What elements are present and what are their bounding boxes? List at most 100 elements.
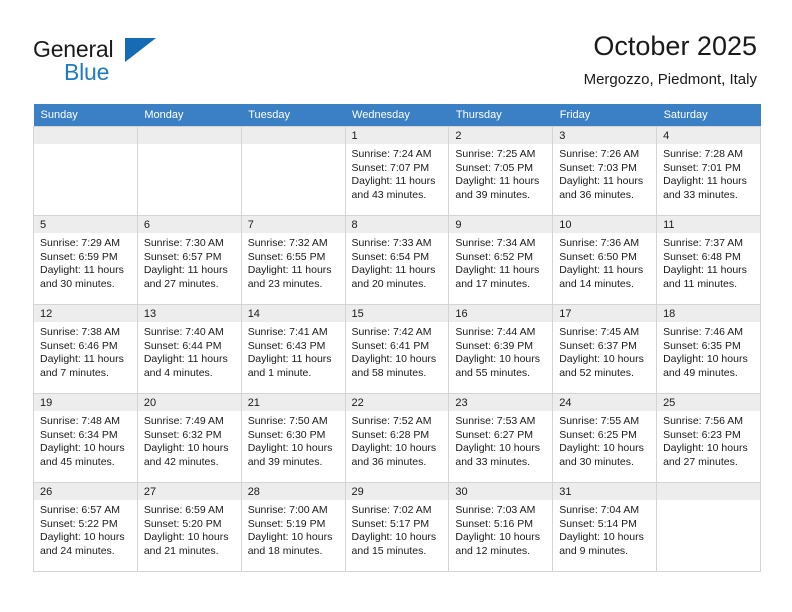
calendar-day-cell[interactable]: 20 Sunrise: 7:49 AM Sunset: 6:32 PM Dayligh… [136,393,242,483]
sunset-text: Sunset: 7:07 PM [351,161,430,174]
calendar-day-cell[interactable]: 28 Sunrise: 7:00 AM Sunset: 5:19 PM Dayligh… [240,482,346,572]
calendar-cell-empty [33,126,138,216]
daylight-text-line2: and 27 minutes. [663,455,738,468]
calendar-day-cell[interactable]: 11 Sunrise: 7:37 AM Sunset: 6:48 PM Dayligh… [656,215,761,305]
sunrise-text: Sunrise: 7:33 AM [351,237,432,249]
daylight-text-line2: and 30 minutes. [559,455,634,468]
daylight-text-line2: and 1 minute. [247,366,312,379]
daylight-text-line2: and 24 minutes. [40,544,115,557]
calendar-day-cell[interactable]: 19 Sunrise: 7:48 AM Sunset: 6:34 PM Dayligh… [33,393,138,483]
calendar-day-cell[interactable]: 1 Sunrise: 7:24 AM Sunset: 7:07 PM Daylight… [344,126,450,216]
calendar-day-cell[interactable]: 2 Sunrise: 7:25 AM Sunset: 7:05 PM Daylight… [448,126,554,216]
calendar-day-cell[interactable]: 12 Sunrise: 7:38 AM Sunset: 6:46 PM Dayligh… [33,304,138,394]
sunrise-text: Sunrise: 7:38 AM [40,326,120,338]
calendar-day-cell[interactable]: 16 Sunrise: 7:44 AM Sunset: 6:39 PM Dayligh… [448,304,554,394]
calendar-week-row: 1 Sunrise: 7:24 AM Sunset: 7:07 PM Daylight… [33,126,761,216]
day-number: 20 [137,394,241,411]
day-details: Sunrise: 7:55 AM Sunset: 6:25 PM Daylight:… [553,411,656,469]
daylight-text-line1: Daylight: 10 hours [351,531,437,544]
day-number: 13 [137,305,241,322]
calendar-week-row: 5 Sunrise: 7:29 AM Sunset: 6:59 PM Daylight… [33,215,761,305]
calendar-day-cell[interactable]: 5 Sunrise: 7:29 AM Sunset: 6:59 PM Daylight… [33,215,138,305]
calendar-cell-empty [656,482,761,572]
day-number: 24 [553,394,657,411]
calendar-day-cell[interactable]: 22 Sunrise: 7:52 AM Sunset: 6:28 PM Dayligh… [344,393,450,483]
day-details: Sunrise: 7:26 AM Sunset: 7:03 PM Daylight:… [553,144,656,202]
daylight-text-line1: Daylight: 10 hours [455,531,541,544]
sunrise-text: Sunrise: 7:30 AM [143,237,224,249]
calendar-day-cell[interactable]: 15 Sunrise: 7:42 AM Sunset: 6:41 PM Dayligh… [344,304,450,394]
calendar-day-cell[interactable]: 23 Sunrise: 7:53 AM Sunset: 6:27 PM Dayligh… [448,393,554,483]
sunrise-text: Sunrise: 7:28 AM [663,148,744,160]
calendar-day-cell[interactable]: 9 Sunrise: 7:34 AM Sunset: 6:52 PM Daylight… [448,215,554,305]
calendar-day-cell[interactable]: 3 Sunrise: 7:26 AM Sunset: 7:03 PM Daylight… [552,126,658,216]
sunset-text: Sunset: 6:34 PM [40,428,118,441]
weekday-header-thursday: Thursday [448,104,553,127]
day-details: Sunrise: 7:41 AM Sunset: 6:43 PM Daylight:… [242,322,345,380]
daylight-text-line2: and 11 minutes. [663,277,737,290]
day-number: 15 [345,305,449,322]
general-blue-logo[interactable]: General Blue [33,36,233,88]
calendar-day-cell[interactable]: 7 Sunrise: 7:32 AM Sunset: 6:55 PM Daylight… [240,215,346,305]
daylight-text-line2: and 17 minutes. [455,277,531,290]
daylight-text-line2: and 52 minutes. [559,366,634,379]
daylight-text-line2: and 58 minutes. [351,366,427,379]
calendar-day-cell[interactable]: 21 Sunrise: 7:50 AM Sunset: 6:30 PM Dayligh… [240,393,346,483]
calendar-day-cell[interactable]: 8 Sunrise: 7:33 AM Sunset: 6:54 PM Daylight… [344,215,450,305]
daylight-text-line2: and 43 minutes. [351,188,427,201]
day-number: 25 [657,394,760,411]
day-number: 1 [345,127,449,144]
sunrise-text: Sunrise: 7:37 AM [663,237,744,249]
calendar-day-cell[interactable]: 10 Sunrise: 7:36 AM Sunset: 6:50 PM Dayligh… [552,215,658,305]
day-details: Sunrise: 7:37 AM Sunset: 6:48 PM Daylight:… [657,233,760,291]
calendar-week-row: 12 Sunrise: 7:38 AM Sunset: 6:46 PM Dayligh… [33,304,761,394]
calendar-day-cell[interactable]: 29 Sunrise: 7:02 AM Sunset: 5:17 PM Dayligh… [344,482,450,572]
day-details: Sunrise: 7:25 AM Sunset: 7:05 PM Daylight:… [449,144,552,202]
calendar-day-cell[interactable]: 4 Sunrise: 7:28 AM Sunset: 7:01 PM Daylight… [656,126,761,216]
weekday-header-friday: Friday [552,104,657,127]
day-details: Sunrise: 7:28 AM Sunset: 7:01 PM Daylight:… [657,144,760,202]
sunrise-text: Sunrise: 7:45 AM [559,326,640,338]
weekday-header-saturday: Saturday [656,104,761,127]
sunrise-text: Sunrise: 7:46 AM [663,326,744,338]
daylight-text-line1: Daylight: 11 hours [40,353,124,366]
daylight-text-line1: Daylight: 11 hours [559,264,644,277]
day-number: 27 [137,483,241,500]
daylight-text-line2: and 12 minutes. [455,544,531,557]
calendar-day-cell[interactable]: 27 Sunrise: 6:59 AM Sunset: 5:20 PM Dayligh… [136,482,242,572]
sunrise-text: Sunrise: 7:03 AM [455,504,536,516]
day-number [34,127,137,144]
daylight-text-line1: Daylight: 10 hours [40,531,125,544]
daylight-text-line2: and 36 minutes. [559,188,634,201]
daylight-text-line2: and 39 minutes. [247,455,323,468]
sunrise-text: Sunrise: 7:50 AM [247,415,328,427]
page-header: General Blue October 2025 Mergozzo, Pied… [0,0,792,100]
calendar-day-cell[interactable]: 26 Sunrise: 6:57 AM Sunset: 5:22 PM Dayligh… [33,482,138,572]
calendar-day-cell[interactable]: 24 Sunrise: 7:55 AM Sunset: 6:25 PM Dayligh… [552,393,658,483]
calendar-day-cell[interactable]: 6 Sunrise: 7:30 AM Sunset: 6:57 PM Daylight… [136,215,242,305]
calendar-body: 1 Sunrise: 7:24 AM Sunset: 7:07 PM Daylight… [33,126,761,572]
calendar-day-cell[interactable]: 31 Sunrise: 7:04 AM Sunset: 5:14 PM Dayligh… [552,482,658,572]
sunset-text: Sunset: 5:16 PM [455,517,534,530]
day-details: Sunrise: 7:00 AM Sunset: 5:19 PM Daylight:… [242,500,345,558]
calendar-day-cell[interactable]: 25 Sunrise: 7:56 AM Sunset: 6:23 PM Dayligh… [656,393,761,483]
day-number: 6 [137,216,241,233]
daylight-text-line1: Daylight: 11 hours [663,175,747,188]
day-number: 28 [241,483,345,500]
sunset-text: Sunset: 6:59 PM [40,250,118,263]
calendar-day-cell[interactable]: 17 Sunrise: 7:45 AM Sunset: 6:37 PM Dayligh… [552,304,658,394]
calendar-day-cell[interactable]: 30 Sunrise: 7:03 AM Sunset: 5:16 PM Dayligh… [448,482,554,572]
page-title: October 2025 [593,31,757,61]
sunset-text: Sunset: 5:17 PM [351,517,430,530]
calendar-day-cell[interactable]: 13 Sunrise: 7:40 AM Sunset: 6:44 PM Dayligh… [136,304,242,394]
calendar-day-cell[interactable]: 18 Sunrise: 7:46 AM Sunset: 6:35 PM Dayligh… [656,304,761,394]
day-number: 22 [345,394,449,411]
calendar-day-cell[interactable]: 14 Sunrise: 7:41 AM Sunset: 6:43 PM Dayligh… [240,304,346,394]
day-details: Sunrise: 7:24 AM Sunset: 7:07 PM Daylight:… [346,144,449,202]
daylight-text-line1: Daylight: 10 hours [559,442,644,455]
daylight-text-line1: Daylight: 11 hours [455,264,540,277]
daylight-text-line2: and 14 minutes. [559,277,634,290]
sunset-text: Sunset: 5:14 PM [559,517,637,530]
daylight-text-line2: and 23 minutes. [247,277,323,290]
day-number: 3 [553,127,657,144]
